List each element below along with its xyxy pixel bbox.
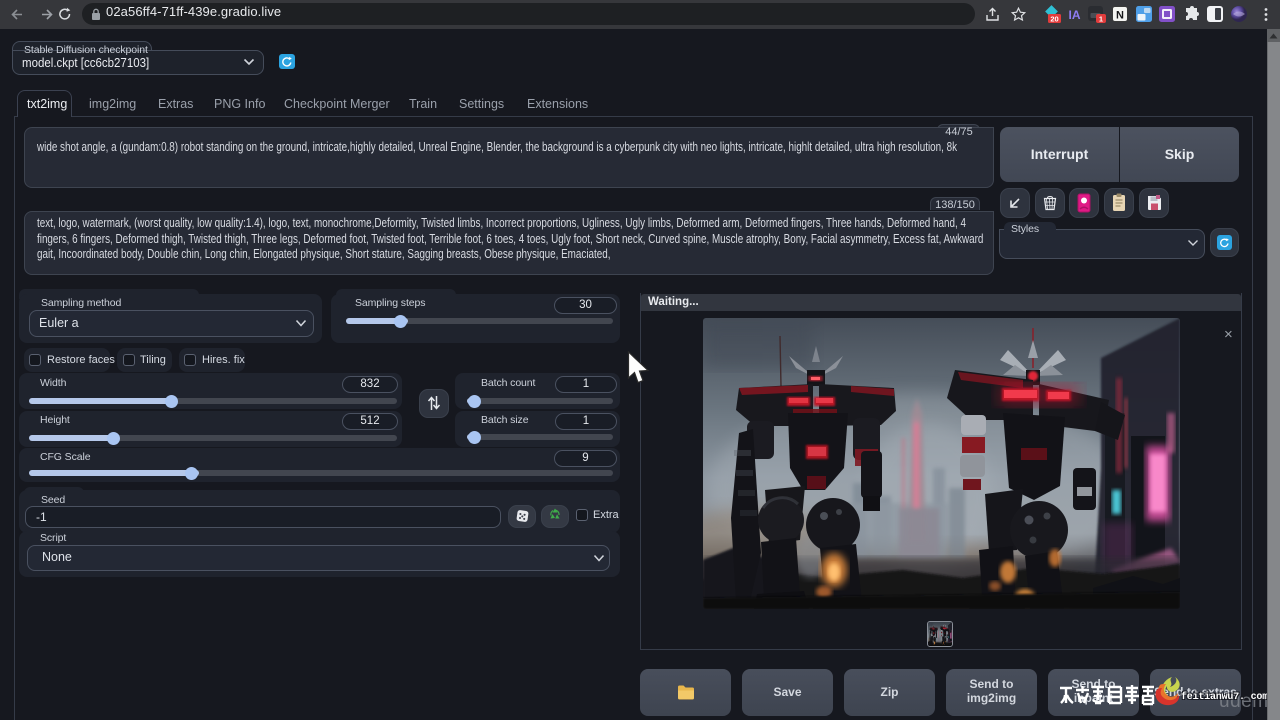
svg-text:IA: IA bbox=[1069, 8, 1081, 22]
svg-text:20: 20 bbox=[1050, 14, 1058, 23]
svg-text:1: 1 bbox=[1099, 14, 1103, 23]
svg-text:N: N bbox=[1116, 9, 1124, 21]
